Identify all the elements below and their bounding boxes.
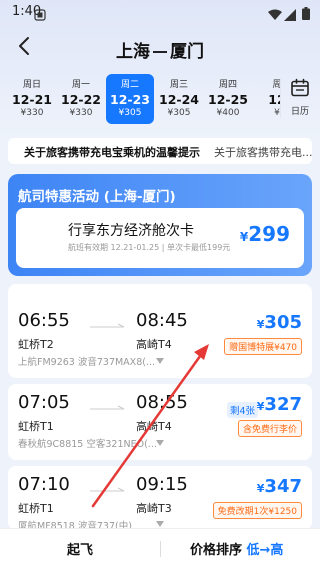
calendar-divider: [280, 78, 281, 118]
promo-tag: 含免费行李价: [237, 420, 302, 437]
date-day: 12-24: [159, 92, 199, 107]
departure-time: 07:05: [18, 392, 70, 413]
wifi-icon: [268, 6, 282, 25]
promo-title: 航司特惠活动 (上海-厦门): [18, 189, 176, 205]
date-day: 12-21: [12, 92, 52, 107]
route-dash: [153, 51, 167, 53]
date-day: 12-22: [61, 92, 101, 107]
promo-tag: 免费改期1次¥1250: [212, 502, 302, 519]
departure-time: 07:10: [18, 474, 70, 495]
flight-card[interactable]: 07:05 08:55 虹桥T1 高崎T4 春秋航9C8815 空客321NEO…: [8, 384, 312, 460]
route-from: 上海: [116, 42, 150, 62]
date-price: ¥330: [20, 108, 44, 118]
date-price: ¥: [274, 108, 280, 118]
date-weekday: 周三: [169, 80, 188, 90]
date-price: ¥305: [118, 108, 142, 118]
departure-airport: 虹桥T1: [18, 502, 54, 515]
date-day: 12-25: [208, 92, 248, 107]
flight-price: ¥305: [257, 312, 302, 333]
flight-info: 春秋航9C8815 空客321NEO(...: [18, 439, 157, 450]
airline-promo: 航司特惠活动 (上海-厦门) 行享东方经济舱次卡 航班有效期 12.21-01.…: [8, 174, 312, 276]
bottom-sort-bar: 起飞 价格排序 低→高: [0, 528, 320, 568]
date-tab-12-24[interactable]: 周三 12-24 ¥305: [155, 74, 203, 124]
date-price: ¥400: [216, 108, 240, 118]
calendar-icon: [291, 78, 309, 97]
notice-text: 关于旅客携带充电宝乘机的温馨提示: [24, 146, 200, 159]
flight-arrow-icon: [90, 323, 125, 328]
arrival-airport: 高崎T4: [136, 420, 172, 433]
chevron-down-icon[interactable]: [156, 440, 164, 446]
flight-price: ¥327: [257, 394, 302, 415]
price-value: 327: [264, 394, 302, 415]
price-value: 299: [248, 222, 290, 246]
date-price: ¥330: [69, 108, 93, 118]
arrival-airport: 高崎T4: [136, 338, 172, 351]
flight-card[interactable]: 06:55 08:45 虹桥T2 高崎T4 上航FM9263 波音737MAX8…: [8, 284, 312, 378]
date-price: ¥305: [167, 108, 191, 118]
promo-card-title: 行享东方经济舱次卡: [68, 223, 194, 239]
route-title: 上海 厦门: [0, 37, 320, 62]
departure-time: 06:55: [18, 310, 70, 331]
sort-price-order: 低→高: [246, 543, 284, 558]
notification-icon: [34, 6, 46, 25]
date-weekday: 周二: [120, 80, 139, 90]
arrival-time: 09:15: [136, 474, 188, 495]
currency-symbol: ¥: [239, 230, 249, 244]
promo-tag: 赠国博特展¥470: [224, 338, 302, 355]
status-bar: 1:40: [0, 0, 320, 24]
bottom-divider: [160, 541, 161, 557]
signal-icon: [284, 6, 296, 25]
date-day: 12: [268, 92, 280, 107]
flight-arrow-icon: [90, 487, 125, 492]
sort-by-departure-button[interactable]: 起飞: [40, 539, 120, 558]
promo-card-subtitle: 航班有效期 12.21-01.25 | 单次卡最低199元: [68, 243, 231, 252]
date-day: 12-23: [110, 92, 150, 107]
price-value: 305: [264, 312, 302, 333]
departure-airport: 虹桥T2: [18, 338, 54, 351]
route-to: 厦门: [170, 42, 204, 62]
arrival-time: 08:55: [136, 392, 188, 413]
date-weekday: 周日: [22, 80, 41, 90]
arrival-time: 08:45: [136, 310, 188, 331]
date-weekday: 周一: [71, 80, 90, 90]
promo-card-price: ¥299: [240, 222, 290, 246]
date-tab-12-22[interactable]: 周一 12-22 ¥330: [57, 74, 105, 124]
chevron-down-icon[interactable]: [156, 358, 164, 364]
date-tab-12-25[interactable]: 周四 12-25 ¥400: [204, 74, 252, 124]
date-weekday: 周: [272, 80, 280, 90]
battery-icon: [302, 5, 310, 24]
calendar-button[interactable]: 日历: [282, 78, 318, 117]
flight-info: 上航FM9263 波音737MAX8(...: [18, 357, 156, 368]
calendar-label: 日历: [290, 107, 309, 117]
flight-card[interactable]: 07:10 09:15 虹桥T1 高崎T3 厦航MF8518 波音737(中) …: [8, 466, 312, 532]
price-value: 347: [264, 476, 302, 497]
chevron-down-icon[interactable]: [156, 521, 164, 527]
notice-banner[interactable]: 关于旅客携带充电宝乘机的温馨提示 关于旅客携带充电...: [8, 138, 312, 164]
departure-airport: 虹桥T1: [18, 420, 54, 433]
notice-text-scroll: 关于旅客携带充电...: [214, 146, 312, 159]
date-tab-12-26[interactable]: 周 12 ¥: [253, 74, 280, 124]
arrival-airport: 高崎T3: [136, 502, 172, 515]
date-tab-12-23[interactable]: 周二 12-23 ¥305: [106, 74, 154, 124]
sort-price-label: 价格排序: [190, 543, 247, 558]
flight-price: ¥347: [257, 476, 302, 497]
date-tab-12-21[interactable]: 周日 12-21 ¥330: [8, 74, 56, 124]
flight-arrow-icon: [90, 405, 125, 410]
sort-by-price-button[interactable]: 价格排序 低→高: [190, 539, 283, 558]
promo-card[interactable]: 行享东方经济舱次卡 航班有效期 12.21-01.25 | 单次卡最低199元 …: [16, 208, 304, 268]
date-tabs: 周日 12-21 ¥330 周一 12-22 ¥330 周二 12-23 ¥30…: [0, 74, 280, 124]
seats-left-badge: 剩4张: [226, 402, 258, 418]
date-weekday: 周四: [218, 80, 237, 90]
